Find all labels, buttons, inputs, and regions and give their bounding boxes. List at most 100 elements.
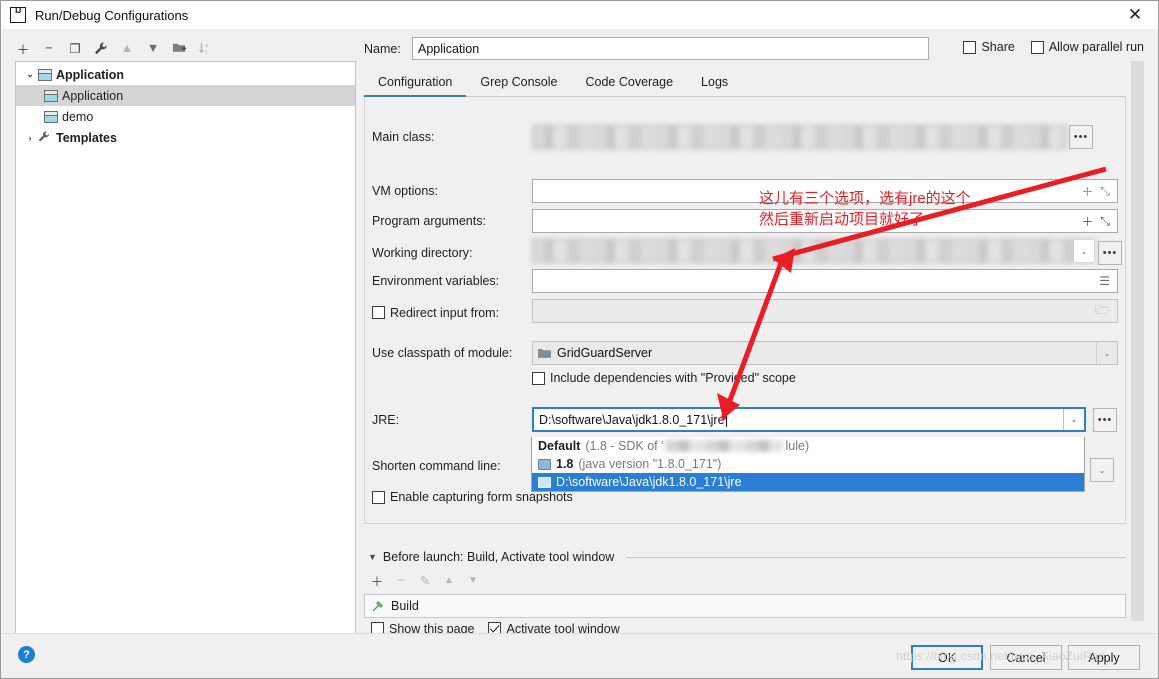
checkbox-box — [963, 40, 977, 54]
tree-node-application[interactable]: Application — [16, 85, 355, 106]
working-directory-input[interactable] — [532, 239, 1095, 263]
edit-environment-variables-icon[interactable]: ☰ — [1099, 274, 1110, 288]
before-launch-header: ▼ Before launch: Build, Activate tool wi… — [368, 550, 1126, 564]
share-checkbox[interactable]: Share — [963, 40, 1015, 54]
jre-option-custom-path[interactable]: D:\software\Java\jdk1.8.0_171\jre — [532, 473, 1084, 491]
main-class-input[interactable] — [532, 125, 1066, 149]
vertical-scrollbar[interactable] — [1131, 61, 1144, 623]
svg-text:a: a — [205, 43, 208, 49]
tree-node-label: Templates — [56, 130, 117, 145]
tree-node-templates[interactable]: › Templates — [16, 127, 355, 148]
jre-label: JRE: — [372, 413, 400, 427]
jre-option-1-8[interactable]: 1.8 (java version "1.8.0_171") — [532, 455, 1084, 473]
working-directory-label: Working directory: — [372, 245, 473, 260]
redirect-input-checkbox[interactable]: Redirect input from: — [372, 306, 532, 320]
allow-parallel-run-checkbox[interactable]: Allow parallel run — [1030, 40, 1144, 54]
move-task-down-button[interactable]: ▼ — [464, 571, 482, 589]
chevron-down-icon[interactable]: ⌄ — [1096, 342, 1117, 364]
environment-variables-label: Environment variables: — [372, 274, 500, 288]
text-caret — [725, 412, 727, 427]
move-down-button[interactable]: ▼ — [141, 36, 165, 60]
jre-option-label: Default — [538, 439, 581, 453]
before-launch-title: Before launch: Build, Activate tool wind… — [382, 550, 615, 564]
main-class-row: Main class: ••• — [372, 125, 1093, 149]
redirect-input-row: Redirect input from: 🗁 — [372, 299, 1118, 326]
watermark: https://blog.csdn.net/java_XiaoZuiRan — [896, 649, 1106, 663]
module-icon — [538, 348, 551, 358]
intellij-idea-logo-icon — [10, 6, 26, 23]
jre-input[interactable]: D:\software\Java\jdk1.8.0_171\jre — [534, 412, 1063, 427]
edit-templates-button[interactable] — [89, 36, 113, 60]
expand-icon[interactable]: ⤡ — [1100, 214, 1110, 229]
environment-variables-input[interactable] — [532, 269, 1118, 293]
checkbox-box — [1030, 40, 1044, 54]
remove-before-launch-task-button[interactable]: − — [392, 571, 410, 589]
add-icon[interactable]: ＋ — [1081, 213, 1093, 230]
move-up-button[interactable]: ▲ — [115, 36, 139, 60]
wrench-icon — [94, 41, 107, 54]
configurations-tree[interactable]: ⌄ Application Application demo › Templat… — [15, 61, 356, 638]
include-provided-checkbox[interactable]: Include dependencies with "Provided" sco… — [532, 371, 796, 385]
jre-option-label: 1.8 — [556, 457, 574, 471]
sort-configurations-button[interactable]: a z — [193, 36, 217, 60]
name-input[interactable] — [412, 37, 929, 60]
before-launch-task-list[interactable]: Build — [364, 594, 1126, 618]
vm-options-label: VM options: — [372, 184, 439, 198]
window-title: Run/Debug Configurations — [35, 7, 189, 23]
before-launch-toolbar: ＋ − ✎ ▲ ▼ — [368, 571, 482, 589]
blurred-module-name — [665, 440, 784, 452]
jre-option-default[interactable]: Default (1.8 - SDK of ' lule) — [532, 437, 1084, 455]
jre-dropdown-popup[interactable]: Default (1.8 - SDK of ' lule) 1.8 (java … — [531, 437, 1085, 492]
remove-configuration-button[interactable]: − — [37, 36, 61, 60]
collapse-icon[interactable]: ▼ — [368, 552, 377, 562]
sdk-folder-icon — [538, 458, 551, 470]
divider — [626, 556, 1126, 558]
tab-grep-console[interactable]: Grep Console — [466, 75, 571, 96]
add-configuration-button[interactable]: ＋ — [11, 36, 35, 60]
program-arguments-row: Program arguments: ＋ ⤡ — [372, 209, 1118, 233]
create-folder-button[interactable] — [167, 36, 191, 60]
chevron-right-icon[interactable]: › — [22, 133, 38, 143]
folder-icon — [538, 476, 551, 488]
chevron-down-icon[interactable]: ⌄ — [1073, 240, 1094, 262]
main-class-label: Main class: — [372, 130, 435, 144]
enable-form-snapshots-label: Enable capturing form snapshots — [390, 490, 573, 504]
chevron-down-icon[interactable]: ⌄ — [1063, 409, 1084, 430]
application-icon — [44, 89, 58, 102]
annotation-line-1: 这儿有三个选项，选有jre的这个 — [759, 190, 971, 207]
add-before-launch-task-button[interactable]: ＋ — [368, 571, 386, 589]
scrollbar-thumb[interactable] — [1131, 61, 1144, 621]
tab-logs[interactable]: Logs — [687, 75, 742, 96]
sort-alpha-icon: a z — [199, 42, 208, 55]
help-button[interactable]: ? — [18, 646, 35, 663]
edit-before-launch-task-button[interactable]: ✎ — [416, 571, 434, 589]
use-classpath-combo[interactable]: GridGuardServer — [532, 341, 1118, 365]
wrench-icon — [38, 130, 51, 146]
svg-text:z: z — [205, 49, 208, 55]
expand-icon[interactable]: ⤡ — [1100, 184, 1110, 199]
tab-configuration[interactable]: Configuration — [364, 75, 467, 97]
tree-node-application-group[interactable]: ⌄ Application — [16, 64, 355, 85]
jre-combo[interactable]: D:\software\Java\jdk1.8.0_171\jre ⌄ — [532, 407, 1086, 432]
tree-node-label: demo — [62, 109, 94, 124]
tree-node-demo[interactable]: demo — [16, 106, 355, 127]
browse-jre-button[interactable]: ••• — [1093, 408, 1117, 432]
tree-node-label: Application — [62, 88, 124, 103]
add-icon[interactable]: ＋ — [1081, 183, 1093, 200]
tab-code-coverage[interactable]: Code Coverage — [571, 75, 687, 96]
chevron-down-icon[interactable]: ⌄ — [22, 69, 38, 80]
shorten-command-line-combo[interactable]: ⌄ — [1090, 458, 1114, 482]
jre-option-detail-suffix: lule) — [785, 439, 810, 453]
copy-configuration-button[interactable]: ❐ — [63, 36, 87, 60]
close-icon[interactable]: ✕ — [1112, 1, 1158, 29]
tree-node-label: Application — [56, 67, 125, 82]
browse-main-class-button[interactable]: ••• — [1069, 125, 1093, 149]
enable-form-snapshots-checkbox[interactable]: Enable capturing form snapshots — [372, 490, 573, 504]
move-task-up-button[interactable]: ▲ — [440, 571, 458, 589]
folder-plus-icon — [172, 43, 186, 52]
configurations-toolbar: ＋ − ❐ ▲ ▼ a z — [11, 35, 356, 61]
annotation-line-2: 然后重新启动项目就好了 — [759, 211, 925, 228]
use-classpath-row: Use classpath of module: GridGuardServer… — [372, 341, 1118, 365]
name-row: Name: — [364, 37, 929, 60]
browse-working-directory-button[interactable]: ••• — [1098, 240, 1122, 265]
